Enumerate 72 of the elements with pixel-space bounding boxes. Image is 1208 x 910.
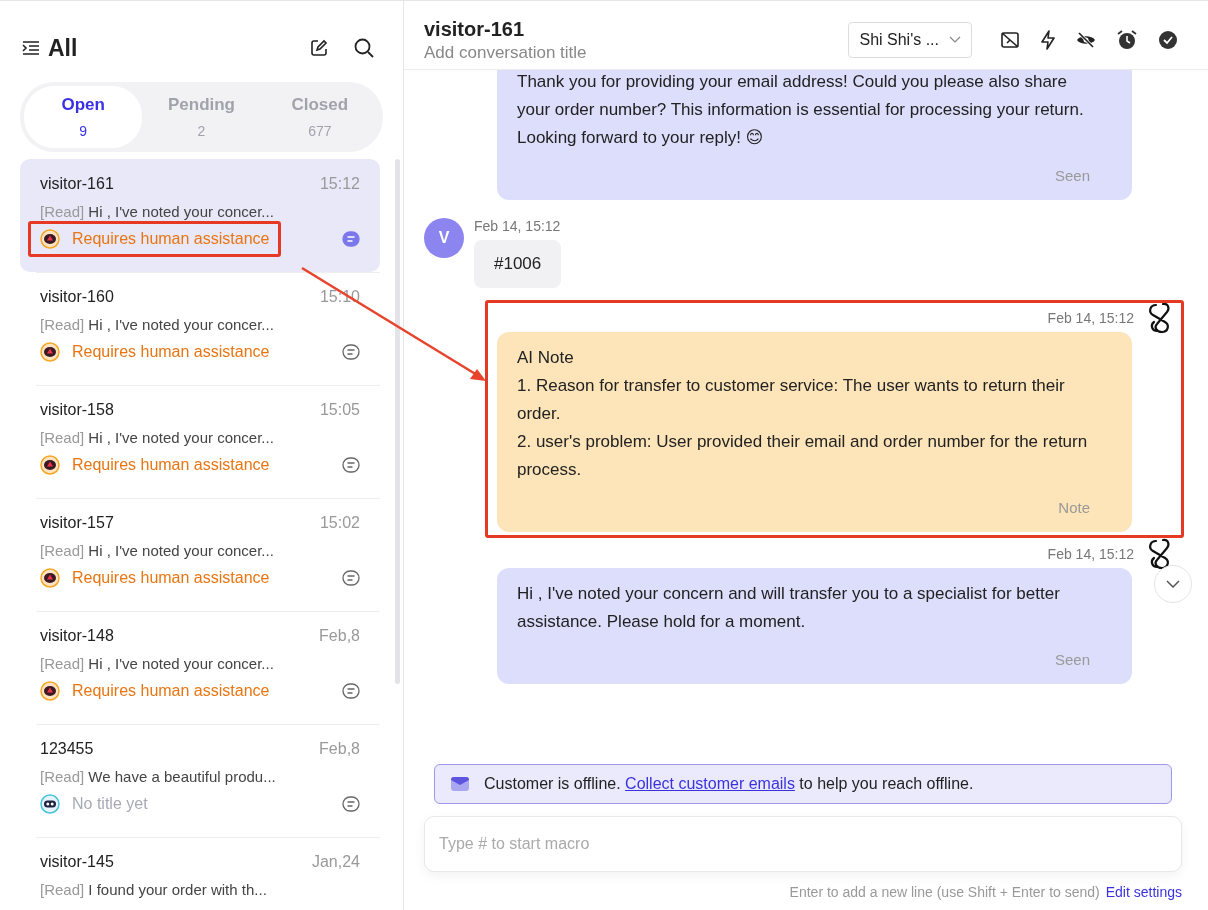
inbox-title: All [48,34,78,62]
message-time: Feb,8 [319,627,360,645]
message-preview: [Read] I found your order with th... [40,881,268,898]
agent-message: Hi , I've noted your concern and will transfer you to a specialist for better assistance. Please hold for a moment. Seen [497,568,1132,684]
conversation-label: Requires human assistance [72,343,270,361]
lightning-icon[interactable] [1040,30,1056,50]
search-icon[interactable] [353,37,375,59]
visitor-name: visitor-161 [40,175,114,193]
offline-message: Customer is offline. Collect customer emails to help you reach offline. [484,775,974,793]
message-time: 15:02 [319,514,360,532]
message-time: Jan,24 [311,853,360,871]
conversation-label: Requires human assistance [72,682,270,700]
chevron-down-icon [1166,580,1180,588]
alert-avatar-icon [40,455,60,475]
scroll-down-button[interactable] [1154,565,1192,603]
message-time: 15:12 [319,175,360,193]
chevron-down-icon [949,36,961,44]
conversation-item[interactable]: visitor-157 15:02 [Read] Hi , I've noted your concer... Requires human assistance [20,498,380,611]
note-tag: Note [517,494,1090,522]
conversation-label: No title yet [72,795,148,813]
message-time: 15:05 [319,401,360,419]
robot-avatar-icon [40,794,60,814]
alarm-clock-icon[interactable] [1116,29,1138,51]
alert-avatar-icon [40,681,60,701]
collect-emails-link[interactable]: Collect customer emails [625,775,795,792]
message-time: Feb 14, 15:12 [474,218,561,234]
visitor-message: #1006 [474,240,562,288]
message-input[interactable]: Type # to start macro [424,816,1182,872]
note-message: AI Note 1. Reason for transfer to customer service: The user wants to return their order. 2. user's problem: User provided their email and order number for the return process. Note [497,332,1132,532]
visitor-name: visitor-145 [40,853,114,871]
alert-avatar-icon [40,342,60,362]
visitor-name: visitor-160 [40,288,114,306]
conversation-item[interactable]: visitor-158 15:05 [Read] Hi , I've noted your concer... Requires human assistance [20,385,380,498]
check-circle-icon[interactable] [1158,30,1178,50]
visitor-name: visitor-158 [40,401,114,419]
conversation-item[interactable]: visitor-161 15:12 [Read] Hi , I've noted your concer... Requires human assistance [20,159,380,272]
conversation-item[interactable]: 123455 Feb,8 [Read] We have a beautiful produ... No title yet [20,724,380,837]
message-preview: [Read] Hi , I've noted your concer... [40,429,275,446]
message-preview: [Read] Hi , I've noted your concer... [40,316,275,333]
input-hint: Enter to add a new line (use Shift + Enter to send) [789,884,1100,900]
message-time: Feb,8 [319,740,360,758]
visitor-name: visitor-157 [40,514,114,532]
message-preview: [Read] Hi , I've noted your concer... [40,542,275,559]
assignee-dropdown[interactable]: Shi Shi's ... [848,22,972,58]
visitor-avatar: V [424,218,464,258]
message-preview: [Read] Hi , I've noted your concer... [40,655,275,672]
envelope-icon [450,775,470,793]
message-preview: [Read] We have a beautiful produ... [40,768,277,785]
message-time: Feb 14, 15:12 [1047,546,1134,562]
conversation-title: visitor-161 [424,17,526,41]
alert-avatar-icon [40,568,60,588]
conversation-title-field[interactable]: Add conversation title [424,42,587,63]
menu-icon[interactable] [22,40,40,56]
seen-status: Seen [1053,650,1090,670]
conversation-label: Requires human assistance [72,230,270,248]
message-preview: [Read] Hi , I've noted your concer... [40,203,275,220]
conversation-label: Requires human assistance [72,569,270,587]
crossed-image-icon[interactable] [1000,30,1020,50]
visitor-name: visitor-148 [40,627,114,645]
alert-avatar-icon [40,229,60,249]
scrollbar[interactable] [395,159,400,684]
agent-message: Thank you for providing your email address! Could you please also share your order number? This information is essential for processing your return. Looking forward to your reply! 😊 Seen [497,70,1132,200]
conversation-item[interactable]: visitor-145 Jan,24 [Read] I found your order with th... [20,837,380,910]
edit-settings-link[interactable]: Edit settings [1105,884,1182,900]
message-time: Feb 14, 15:12 [1047,310,1134,326]
status-tab[interactable]: Open 9 [24,86,143,148]
conversation-item[interactable]: visitor-148 Feb,8 [Read] Hi , I've noted your concer... Requires human assistance [20,611,380,724]
visitor-name: 123455 [40,740,94,758]
seen-status: Seen [1053,166,1090,186]
eye-off-icon[interactable] [1076,31,1096,49]
edit-icon[interactable] [309,38,329,58]
conversation-label: Requires human assistance [72,456,270,474]
